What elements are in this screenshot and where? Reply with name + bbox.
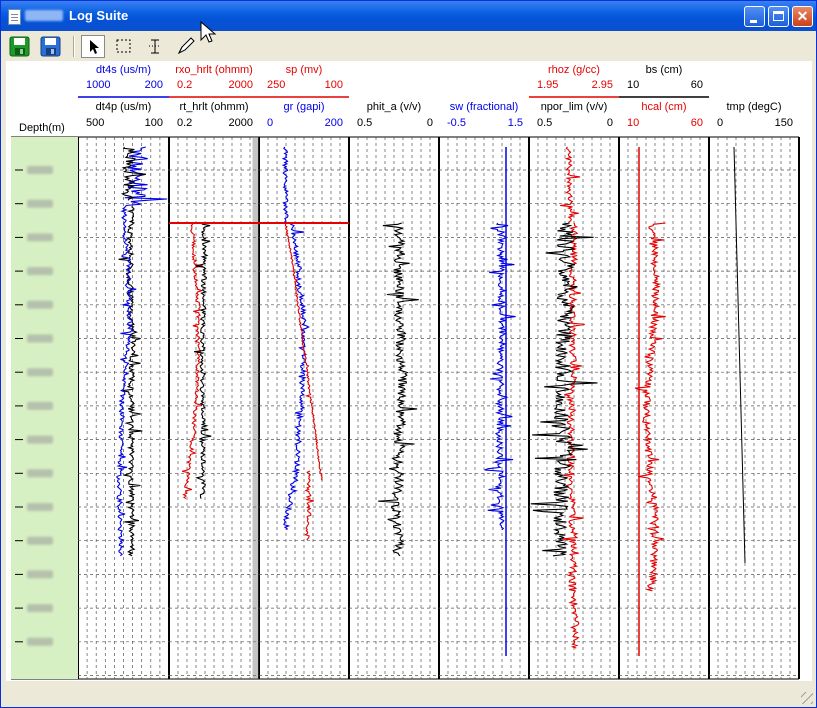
scale-left: 0.2 — [177, 79, 192, 91]
track-header-label: hcal (cm) — [641, 101, 686, 113]
track-header-label: gr (gapi) — [284, 101, 325, 113]
document-icon — [8, 9, 21, 25]
scale-left: 10 — [627, 117, 639, 129]
scale-left: 500 — [86, 117, 104, 129]
depth-label — [27, 334, 53, 343]
scale-right: 200 — [145, 79, 163, 91]
depth-label — [27, 233, 53, 242]
track-header-label: sw (fractional) — [450, 101, 518, 113]
track-header-label: npor_lim (v/v) — [541, 101, 608, 113]
scale-right: 100 — [325, 79, 343, 91]
scale-left: 0 — [717, 117, 723, 129]
scale-right: 60 — [691, 79, 703, 91]
resize-grip-icon[interactable] — [801, 692, 813, 704]
depth-label — [27, 637, 53, 646]
track-header-label: rt_hrlt (ohmm) — [179, 101, 248, 113]
scale-right: 0 — [607, 117, 613, 129]
scale-left: -0.5 — [447, 117, 466, 129]
scale-right: 0 — [427, 117, 433, 129]
pointer-icon[interactable] — [81, 35, 105, 58]
scale-right: 2.95 — [592, 79, 613, 91]
track-header-label: bs (cm) — [646, 64, 683, 76]
blurred-title-prefix — [25, 10, 63, 21]
status-bar — [1, 687, 816, 707]
close-button[interactable]: ✕ — [792, 6, 813, 27]
track-header-label: phit_a (v/v) — [367, 101, 421, 113]
maximize-button[interactable] — [768, 6, 789, 27]
save-icon[interactable] — [8, 35, 32, 58]
scale-right: 100 — [145, 117, 163, 129]
log-curve — [560, 146, 581, 223]
depth-label — [27, 503, 53, 511]
depth-label — [27, 435, 53, 444]
scale-left: 1000 — [86, 79, 110, 91]
depth-header: Depth(m) — [19, 122, 65, 134]
app-window: Log Suite ✕ Depth(m) dt4s (us/m) 1000 200 dt… — [0, 0, 817, 708]
scale-right: 60 — [691, 117, 703, 129]
scale-left: 1.95 — [537, 79, 558, 91]
pen-icon[interactable] — [174, 35, 198, 58]
depth-label — [27, 469, 53, 478]
depth-label — [27, 300, 53, 309]
select-rect-icon[interactable] — [112, 35, 136, 58]
log-curve — [281, 146, 289, 223]
log-curve — [182, 222, 204, 500]
track-header-label: rxo_hrlt (ohmm) — [175, 64, 253, 76]
toolbar — [1, 31, 816, 61]
log-curve — [634, 222, 666, 592]
scale-right: 2000 — [229, 79, 253, 91]
depth-label — [27, 401, 53, 410]
toolbar-separator — [73, 36, 75, 57]
depth-label — [27, 604, 53, 613]
scale-left: 250 — [267, 79, 285, 91]
log-curve — [530, 222, 598, 557]
scale-right: 1.5 — [508, 117, 523, 129]
scale-right: 150 — [775, 117, 793, 129]
depth-label — [27, 368, 53, 377]
scale-right: 2000 — [229, 117, 253, 129]
title-bar[interactable]: Log Suite ✕ — [1, 1, 816, 31]
track-header-label: rhoz (g/cc) — [548, 64, 600, 76]
scale-left: 0.5 — [537, 117, 552, 129]
depth-label — [27, 570, 53, 579]
track-header-label: sp (mv) — [286, 64, 323, 76]
ibeam-icon[interactable] — [143, 35, 167, 58]
depth-label — [27, 536, 53, 545]
track-header-label: dt4s (us/m) — [96, 64, 151, 76]
log-curve — [283, 222, 310, 530]
mouse-cursor-icon — [200, 20, 217, 43]
scale-left: 0.2 — [177, 117, 192, 129]
depth-label — [27, 166, 53, 174]
log-curve — [378, 222, 419, 557]
minimize-button[interactable] — [744, 6, 765, 27]
log-curve — [304, 470, 315, 541]
save-as-icon[interactable] — [39, 35, 63, 58]
scale-left: 0.5 — [357, 117, 372, 129]
scale-right: 200 — [325, 117, 343, 129]
depth-label — [27, 267, 53, 276]
log-curve — [118, 205, 143, 557]
window-title: Log Suite — [69, 8, 129, 23]
depth-label — [27, 199, 53, 208]
track-header-label: dt4p (us/m) — [96, 101, 152, 113]
log-plot[interactable]: Depth(m)dt4s (us/m)1000 200dt4p (us/m)500… — [6, 61, 812, 681]
track-header-label: tmp (degC) — [726, 101, 781, 113]
scale-left: 0 — [267, 117, 273, 129]
scale-left: 10 — [627, 79, 639, 91]
